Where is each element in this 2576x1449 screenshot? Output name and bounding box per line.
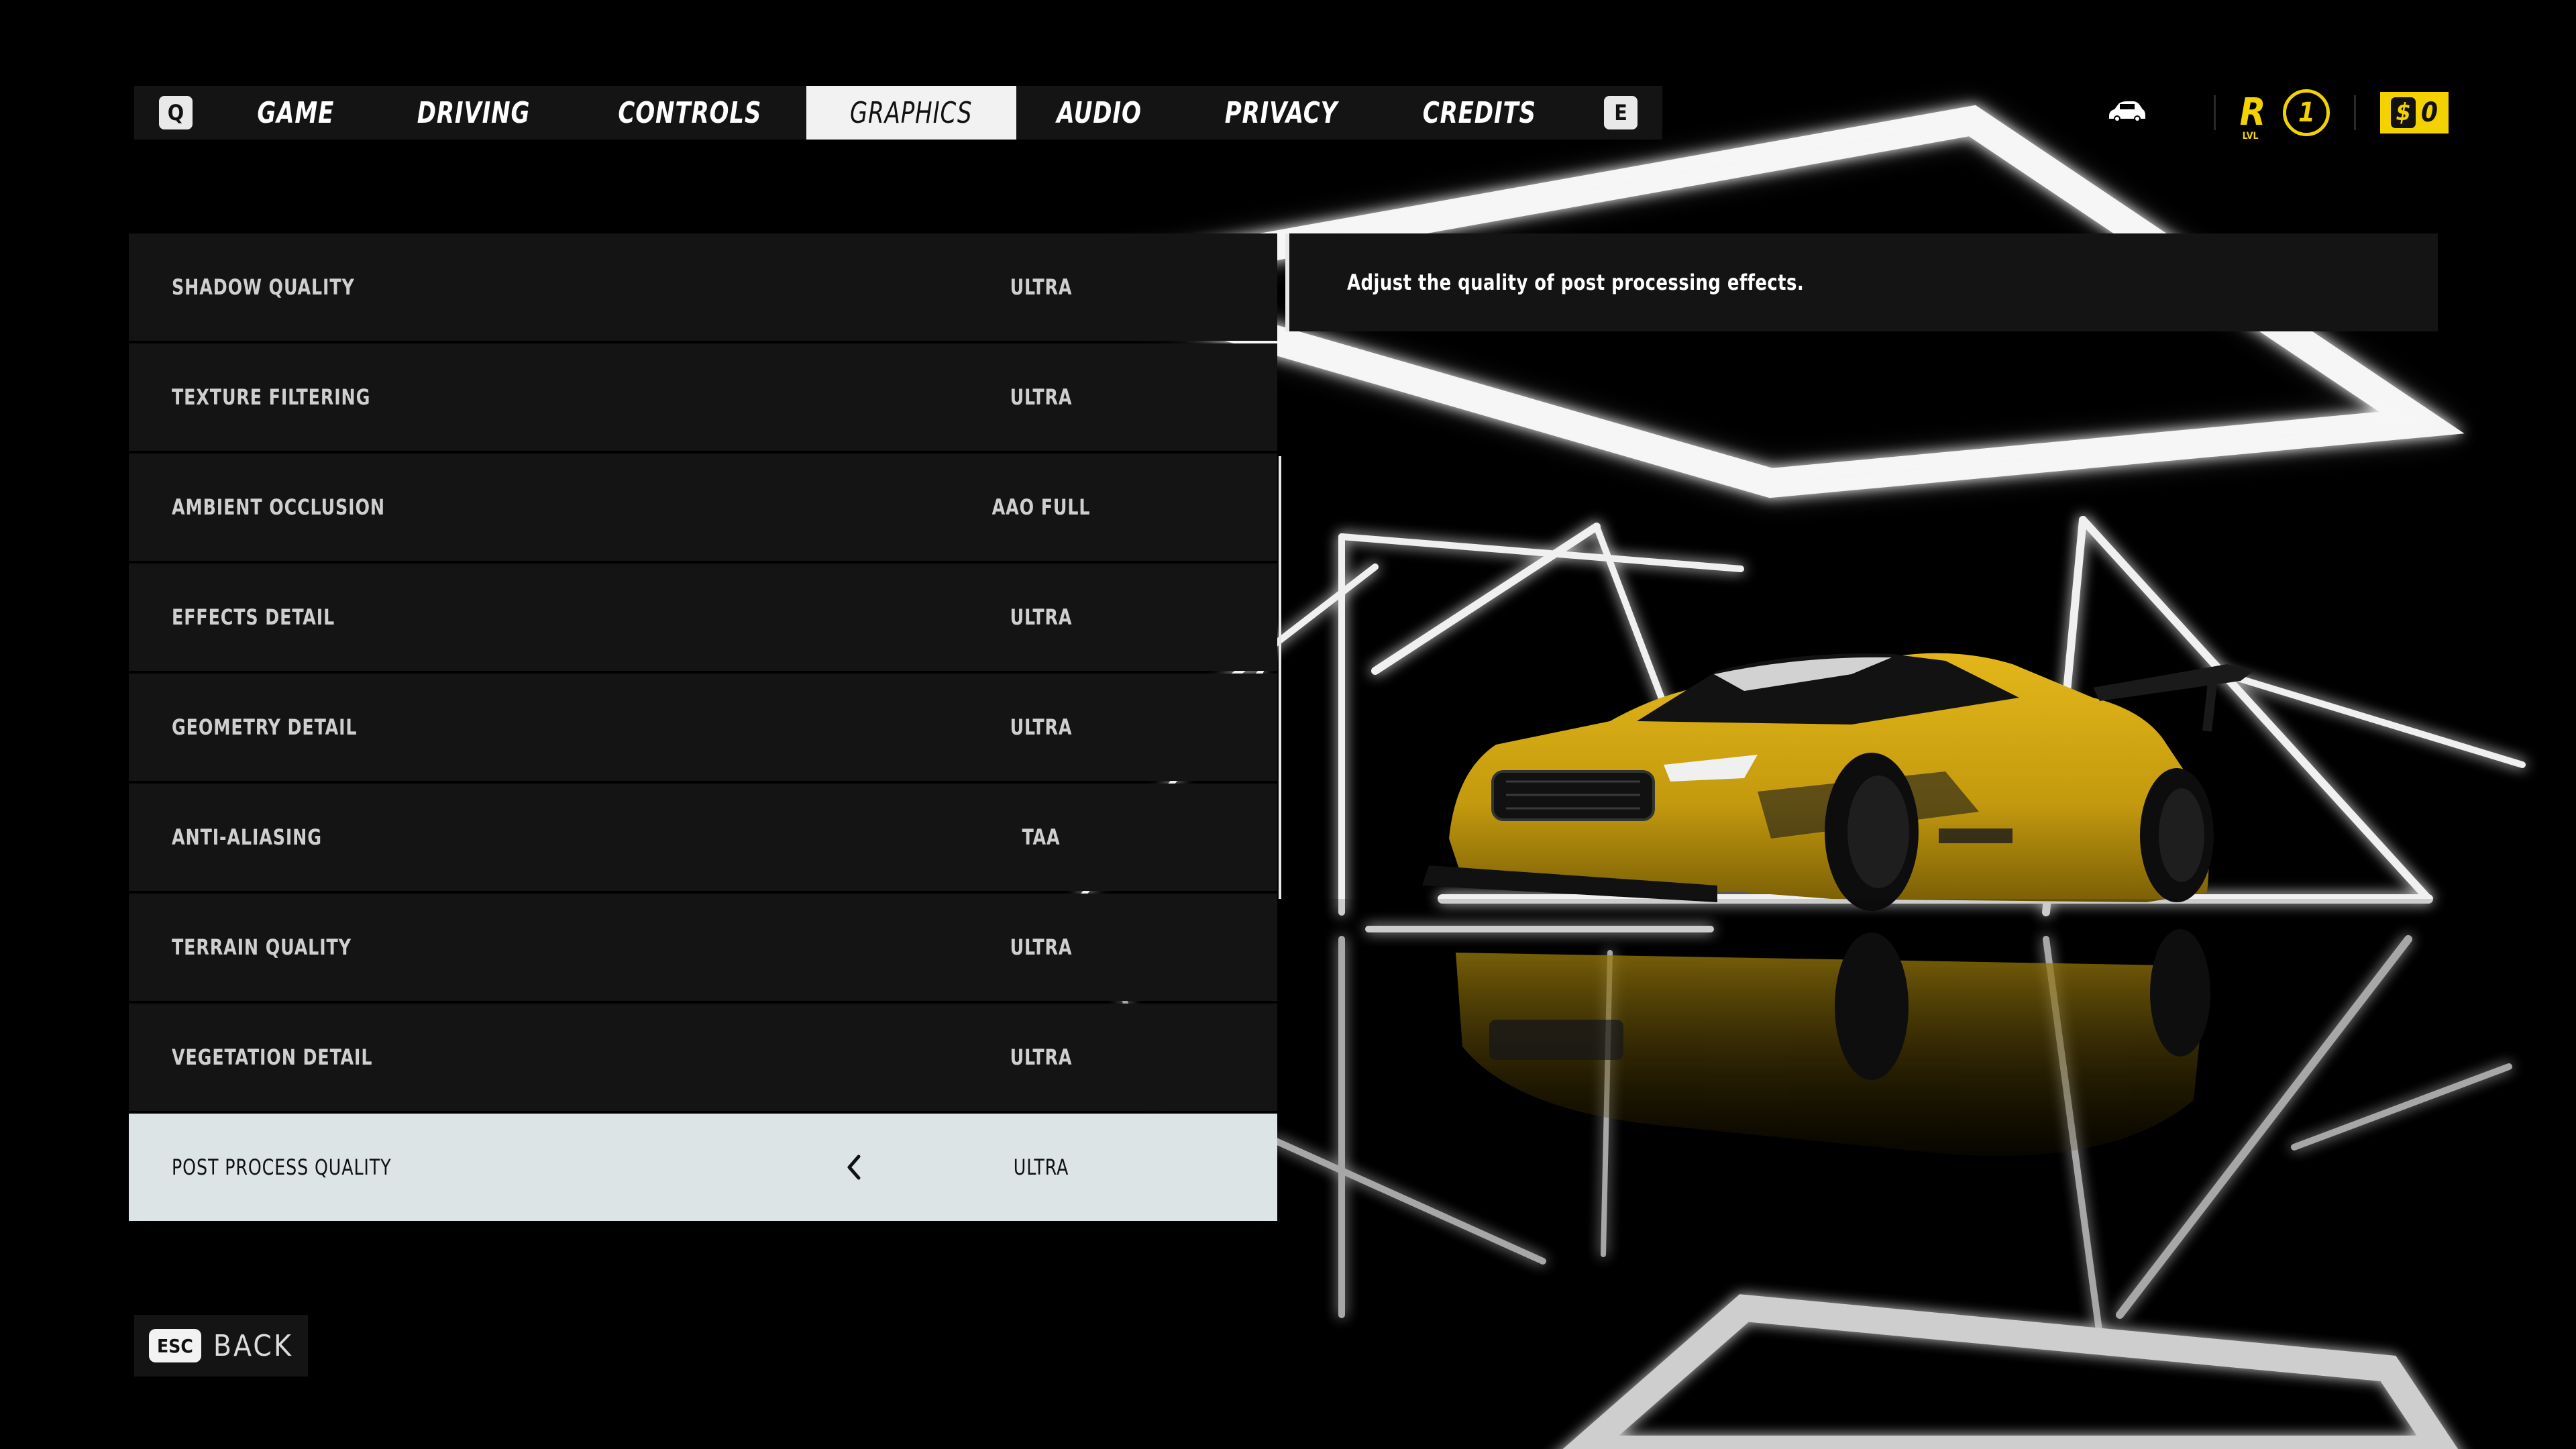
setting-row-anti-aliasing[interactable]: ANTI-ALIASING TAA [129, 784, 1277, 891]
setting-value: ULTRA [1010, 934, 1073, 960]
hud-separator [2213, 95, 2216, 130]
chevron-left-icon[interactable] [837, 1150, 871, 1184]
rep-icon: R LVL [2239, 91, 2266, 142]
tab-label: PRIVACY [1224, 95, 1338, 130]
setting-value: ULTRA [1010, 714, 1073, 740]
setting-row-texture-filtering[interactable]: TEXTURE FILTERING ULTRA [129, 343, 1277, 451]
setting-row-post-process-quality[interactable]: POST PROCESS QUALITY ULTRA [129, 1114, 1277, 1221]
panel-divider [1279, 456, 1281, 899]
setting-row-shadow-quality[interactable]: SHADOW QUALITY ULTRA [129, 233, 1277, 341]
tab-label: GRAPHICS [850, 95, 973, 130]
setting-value: TAA [1022, 824, 1061, 850]
tab-privacy[interactable]: PRIVACY [1182, 86, 1381, 140]
tab-driving[interactable]: DRIVING [374, 86, 573, 140]
next-tab-hint[interactable]: E [1579, 86, 1662, 140]
tab-label: CREDITS [1423, 95, 1537, 130]
setting-description-panel: Adjust the quality of post processing ef… [1285, 233, 2438, 331]
hud-separator [2354, 95, 2357, 130]
setting-label: ANTI-ALIASING [172, 824, 322, 850]
player-hud: R LVL 1 $ 0 [2106, 86, 2449, 142]
tab-game[interactable]: GAME [217, 86, 374, 140]
esc-key-badge: ESC [149, 1329, 201, 1362]
setting-row-effects-detail[interactable]: EFFECTS DETAIL ULTRA [129, 564, 1277, 671]
settings-tab-bar: Q GAME DRIVING CONTROLS GRAPHICS AUDIO P… [134, 86, 1663, 140]
setting-description: Adjust the quality of post processing ef… [1347, 270, 1805, 295]
tab-controls[interactable]: CONTROLS [573, 86, 807, 140]
setting-label: TERRAIN QUALITY [172, 934, 352, 960]
car-model [1422, 653, 2254, 911]
rep-lvl-label: LVL [2242, 131, 2259, 142]
tab-label: DRIVING [417, 95, 530, 130]
setting-row-vegetation-detail[interactable]: VEGETATION DETAIL ULTRA [129, 1004, 1277, 1111]
setting-value: ULTRA [1010, 384, 1073, 410]
tab-graphics[interactable]: GRAPHICS [806, 86, 1016, 140]
setting-label: AMBIENT OCCLUSION [172, 494, 385, 520]
setting-row-terrain-quality[interactable]: TERRAIN QUALITY ULTRA [129, 894, 1277, 1001]
setting-value: ULTRA [1010, 274, 1073, 300]
tab-audio[interactable]: AUDIO [1016, 86, 1182, 140]
setting-label: GEOMETRY DETAIL [172, 714, 358, 740]
q-key-badge: Q [159, 96, 193, 129]
back-button[interactable]: ESC BACK [134, 1315, 308, 1377]
back-label: BACK [213, 1328, 293, 1363]
setting-label: VEGETATION DETAIL [172, 1044, 373, 1070]
bank-value: 0 [2420, 97, 2438, 128]
dollar-icon: $ [2391, 97, 2416, 128]
tab-label: CONTROLS [618, 95, 761, 130]
setting-value: ULTRA [1010, 1044, 1073, 1070]
setting-row-ambient-occlusion[interactable]: AMBIENT OCCLUSION AAO FULL [129, 453, 1277, 561]
setting-label: SHADOW QUALITY [172, 274, 355, 300]
e-key-badge: E [1604, 96, 1638, 129]
car-icon [2106, 100, 2147, 125]
setting-row-geometry-detail[interactable]: GEOMETRY DETAIL ULTRA [129, 674, 1277, 781]
rep-level-badge: 1 [2283, 89, 2330, 136]
graphics-settings-list: SHADOW QUALITY ULTRA TEXTURE FILTERING U… [129, 233, 1277, 1224]
setting-label: POST PROCESS QUALITY [172, 1155, 392, 1180]
setting-label: TEXTURE FILTERING [172, 384, 371, 410]
setting-value: ULTRA [1013, 1155, 1069, 1180]
tab-label: AUDIO [1056, 95, 1142, 130]
prev-tab-hint[interactable]: Q [134, 86, 217, 140]
tab-label: GAME [257, 95, 335, 130]
setting-value: ULTRA [1010, 604, 1073, 630]
bank-balance: $ 0 [2380, 92, 2449, 133]
description-accent-bar [1285, 233, 1289, 331]
setting-label: EFFECTS DETAIL [172, 604, 335, 630]
rep-letter: R [2239, 91, 2266, 134]
tab-credits[interactable]: CREDITS [1380, 86, 1579, 140]
setting-value: AAO FULL [991, 494, 1091, 520]
